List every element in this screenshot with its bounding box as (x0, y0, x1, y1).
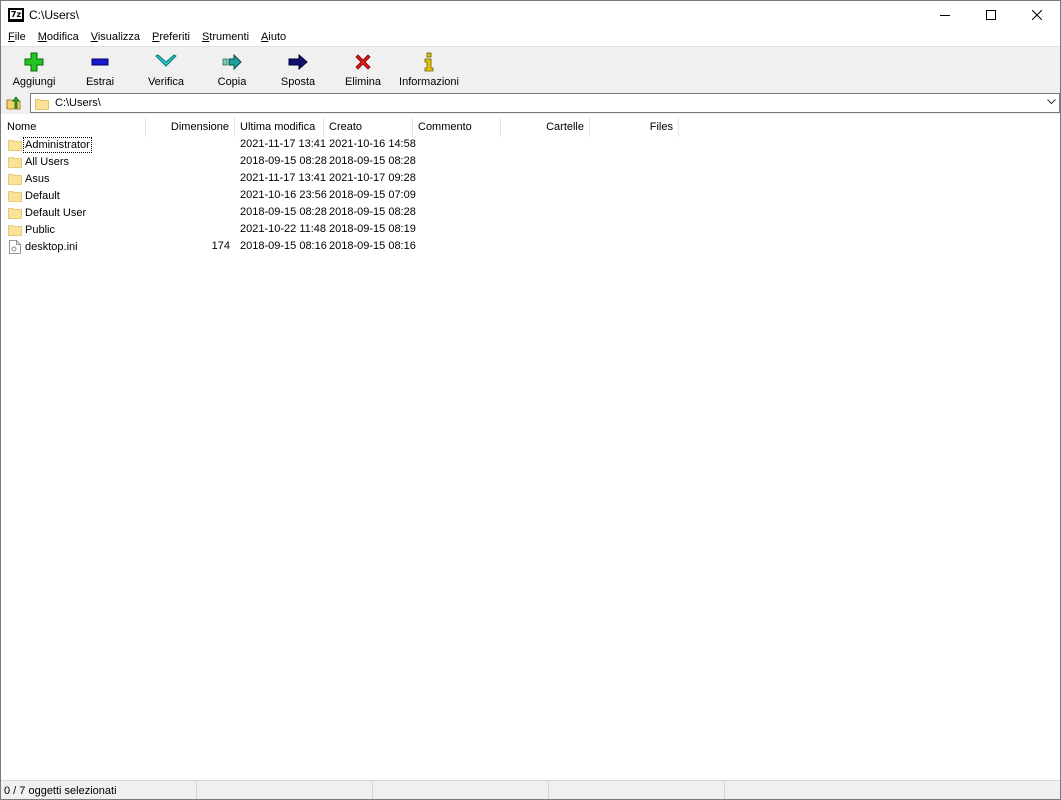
menu-modifica[interactable]: Modifica (32, 28, 85, 46)
info-button[interactable]: Informazioni (395, 47, 463, 93)
checkmark-icon (155, 54, 177, 67)
toolbar: Aggiungi Estrai Verifica Copia Sposta El… (1, 46, 1060, 92)
folder-icon (8, 224, 22, 236)
modified-cell: 2021-10-16 23:56 (240, 189, 327, 201)
name-cell: Default User (8, 204, 87, 221)
table-row[interactable]: All Users 2018-09-15 08:28 2018-09-15 08… (2, 153, 1059, 170)
menu-visualizza[interactable]: Visualizza (85, 28, 146, 46)
close-icon (1032, 9, 1042, 20)
column-header-comment[interactable]: Commento (413, 117, 501, 137)
minus-icon (91, 58, 109, 66)
name-cell: desktop.ini (8, 238, 79, 255)
table-row[interactable]: Administrator 2021-11-17 13:41 2021-10-1… (2, 136, 1059, 153)
address-combobox[interactable]: C:\Users\ (30, 93, 1060, 113)
size-cell (146, 136, 230, 153)
size-cell (146, 221, 230, 238)
delete-x-icon (355, 54, 371, 70)
modified-cell: 2021-11-17 13:41 (240, 172, 327, 184)
created-cell: 2018-09-15 08:19 (329, 223, 416, 235)
table-row[interactable]: Public 2021-10-22 11:48 2018-09-15 08:19 (2, 221, 1059, 238)
column-header-size[interactable]: Dimensione (146, 117, 235, 137)
file-rows: Administrator 2021-11-17 13:41 2021-10-1… (2, 136, 1059, 255)
main-window: 7z C:\Users\ File Modifica Visualizza Pr… (0, 0, 1061, 800)
modified-cell: 2021-10-22 11:48 (240, 223, 327, 235)
name-cell: Public (8, 221, 56, 238)
table-row[interactable]: Asus 2021-11-17 13:41 2021-10-17 09:28 (2, 170, 1059, 187)
close-button[interactable] (1014, 1, 1060, 28)
created-cell: 2018-09-15 08:28 (329, 155, 416, 167)
name-cell: All Users (8, 153, 70, 170)
status-size (197, 781, 373, 799)
table-row[interactable]: Default 2021-10-16 23:56 2018-09-15 07:0… (2, 187, 1059, 204)
delete-button[interactable]: Elimina (331, 47, 395, 93)
chevron-down-icon (1047, 99, 1056, 105)
size-cell: 174 (211, 240, 230, 252)
table-row[interactable]: Default User 2018-09-15 08:28 2018-09-15… (2, 204, 1059, 221)
created-cell: 2018-09-15 07:09 (329, 189, 416, 201)
plus-icon (24, 52, 44, 72)
menu-aiuto[interactable]: Aiuto (255, 28, 292, 46)
menu-preferiti[interactable]: Preferiti (146, 28, 196, 46)
column-header-folders[interactable]: Cartelle (501, 117, 590, 137)
size-cell (146, 170, 230, 187)
status-packed-size (373, 781, 549, 799)
folder-icon (35, 98, 49, 110)
maximize-icon (986, 9, 996, 20)
name-cell: Asus (8, 170, 50, 187)
status-bar: 0 / 7 oggetti selezionati (1, 780, 1060, 799)
created-cell: 2021-10-17 09:28 (329, 172, 416, 184)
column-header-created[interactable]: Creato (324, 117, 413, 137)
move-button[interactable]: Sposta (265, 47, 331, 93)
folder-icon (8, 156, 22, 168)
created-cell: 2018-09-15 08:16 (329, 240, 416, 252)
menu-bar: File Modifica Visualizza Preferiti Strum… (1, 28, 1060, 46)
column-header-modified[interactable]: Ultima modifica (235, 117, 324, 137)
folder-icon (8, 207, 22, 219)
address-path: C:\Users\ (55, 97, 101, 109)
add-button[interactable]: Aggiungi (1, 47, 67, 93)
size-cell (146, 204, 230, 221)
minimize-icon (940, 14, 950, 16)
maximize-button[interactable] (968, 1, 1014, 28)
modified-cell: 2018-09-15 08:28 (240, 155, 327, 167)
status-selection: 0 / 7 oggetti selezionati (1, 781, 197, 799)
folder-icon (8, 139, 22, 151)
address-bar: C:\Users\ (1, 92, 1060, 114)
name-cell: Administrator (8, 136, 92, 153)
folder-icon (8, 173, 22, 185)
window-controls (922, 1, 1060, 28)
size-cell (146, 187, 230, 204)
copy-arrow-icon (222, 53, 242, 71)
column-header-files[interactable]: Files (590, 117, 679, 137)
menu-strumenti[interactable]: Strumenti (196, 28, 255, 46)
up-folder-button[interactable] (3, 92, 25, 114)
settings-file-icon (9, 239, 21, 254)
modified-cell: 2018-09-15 08:16 (240, 240, 327, 252)
table-row[interactable]: desktop.ini 174 2018-09-15 08:16 2018-09… (2, 238, 1059, 255)
size-cell (146, 153, 230, 170)
app-icon: 7z (8, 7, 24, 22)
created-cell: 2018-09-15 08:28 (329, 206, 416, 218)
move-arrow-icon (288, 53, 308, 71)
column-header-row: Nome Dimensione Ultima modifica Creato C… (2, 115, 1059, 137)
copy-button[interactable]: Copia (199, 47, 265, 93)
name-cell: Default (8, 187, 61, 204)
menu-file[interactable]: File (2, 28, 32, 46)
modified-cell: 2021-11-17 13:41 (240, 138, 327, 150)
column-header-name[interactable]: Nome (2, 117, 146, 137)
test-button[interactable]: Verifica (133, 47, 199, 93)
minimize-button[interactable] (922, 1, 968, 28)
window-title: C:\Users\ (29, 7, 80, 22)
status-date (549, 781, 725, 799)
title-bar[interactable]: 7z C:\Users\ (1, 1, 1060, 28)
info-icon (424, 52, 434, 72)
created-cell: 2021-10-16 14:58 (329, 138, 416, 150)
folder-icon (8, 190, 22, 202)
extract-button[interactable]: Estrai (67, 47, 133, 93)
folder-up-icon (6, 96, 21, 110)
modified-cell: 2018-09-15 08:28 (240, 206, 327, 218)
file-list[interactable]: Nome Dimensione Ultima modifica Creato C… (2, 115, 1059, 779)
